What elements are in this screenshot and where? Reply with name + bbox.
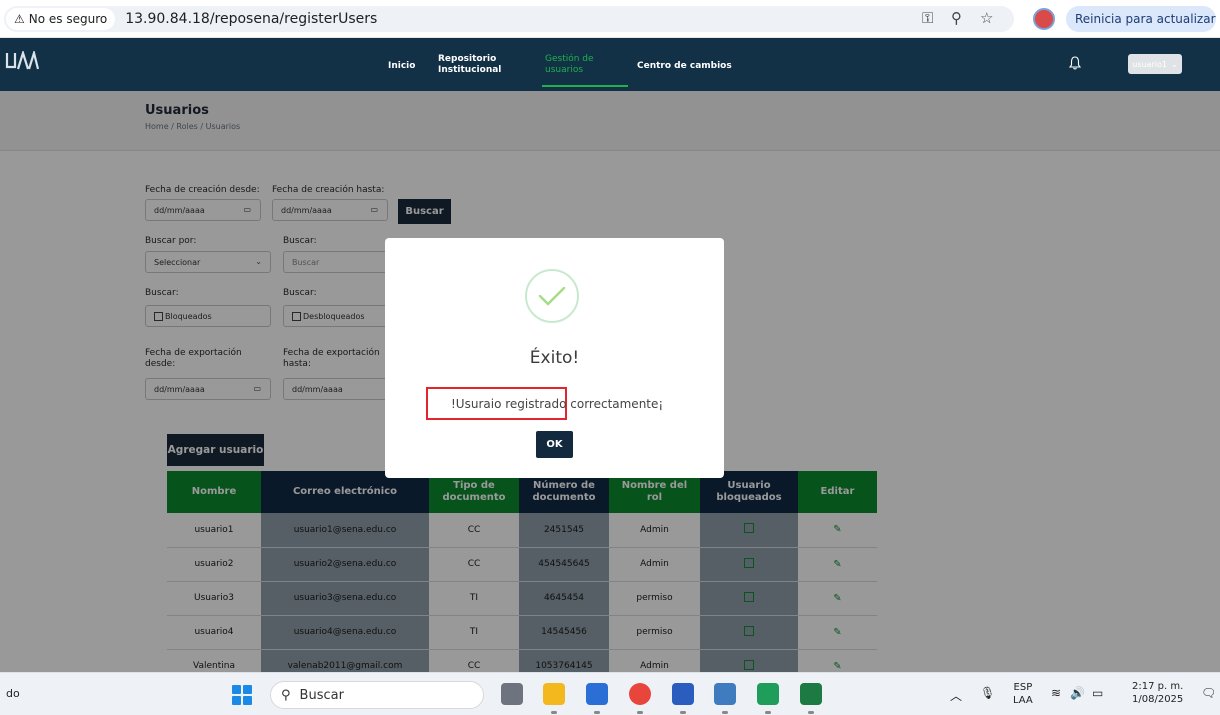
success-dialog: Éxito! !Usuraio registrado correctamente… [385, 238, 724, 478]
word-icon[interactable] [672, 683, 694, 705]
battery-icon[interactable]: ▭ [1092, 686, 1103, 700]
user-menu-button[interactable]: usuario1 ⌄ [1128, 54, 1182, 74]
app-navbar: Inicio Repositorio Institucional Gestión… [0, 38, 1220, 91]
not-secure-label: No es seguro [28, 12, 108, 26]
logo-icon [5, 48, 40, 70]
search-icon: ⚲ [281, 687, 291, 703]
chevron-down-icon: ⌄ [1171, 59, 1178, 69]
nav-item-gestion-usuarios[interactable]: Gestión de usuarios [545, 54, 594, 76]
screen-capture-icon[interactable] [714, 683, 736, 705]
running-indicator [722, 711, 728, 714]
running-indicator [680, 711, 686, 714]
photos-icon[interactable] [586, 683, 608, 705]
dialog-title: Éxito! [529, 348, 580, 368]
wifi-icon[interactable]: ≋ [1051, 686, 1061, 700]
running-indicator [551, 711, 557, 714]
chrome-icon[interactable] [629, 683, 651, 705]
site-info-chip[interactable]: ⚠ No es seguro [6, 8, 116, 30]
address-bar[interactable]: ⚠ No es seguro 13.90.84.18/reposena/regi… [4, 6, 1014, 32]
task-view-icon[interactable] [501, 683, 523, 705]
browser-toolbar: ⚠ No es seguro 13.90.84.18/reposena/regi… [0, 0, 1220, 38]
bookmark-star-icon[interactable]: ☆ [980, 9, 993, 27]
windows-taskbar: do ⚲ Buscar ︿ 🎙 ESP LAA ≋ 🔊 ▭ 2:17 p. m.… [0, 672, 1220, 715]
update-browser-button[interactable]: Reinicia para actualizar [1066, 6, 1216, 32]
ok-button[interactable]: OK [536, 431, 573, 458]
password-key-icon[interactable]: ⚿ [922, 9, 933, 27]
running-indicator [594, 711, 600, 714]
success-check-icon [525, 269, 579, 323]
clock[interactable]: 2:17 p. m. 1/08/2025 [1132, 680, 1183, 706]
excel-icon[interactable] [800, 683, 822, 705]
profile-avatar[interactable] [1033, 8, 1055, 30]
nav-item-centro-cambios[interactable]: Centro de cambios [637, 61, 732, 72]
running-indicator [808, 711, 814, 714]
zoom-icon[interactable]: ⚲ [951, 9, 962, 27]
taskbar-search-box[interactable]: ⚲ Buscar [270, 681, 484, 709]
warning-icon: ⚠ [14, 12, 25, 26]
volume-icon[interactable]: 🔊 [1070, 686, 1085, 700]
url-text[interactable]: 13.90.84.18/reposena/registerUsers [125, 11, 377, 27]
chevron-up-icon[interactable]: ︿ [950, 687, 962, 704]
file-explorer-icon[interactable] [543, 683, 565, 705]
app-logo[interactable] [5, 48, 40, 77]
microphone-icon[interactable]: 🎙 [980, 686, 995, 700]
language-indicator[interactable]: ESP LAA [1013, 681, 1033, 707]
nav-item-inicio[interactable]: Inicio [388, 61, 415, 72]
running-indicator [637, 711, 643, 714]
running-indicator [765, 711, 771, 714]
nav-item-repositorio[interactable]: Repositorio Institucional [438, 54, 501, 76]
bell-icon[interactable] [1068, 56, 1082, 74]
dialog-message: !Usuraio registrado correctamente¡ [451, 397, 664, 411]
active-nav-indicator [542, 85, 628, 87]
notification-icon[interactable]: 🗨 [1201, 686, 1216, 700]
taskbar-left-text: do [6, 687, 20, 700]
windows-start-icon[interactable] [232, 685, 252, 705]
media-player-icon[interactable] [757, 683, 779, 705]
